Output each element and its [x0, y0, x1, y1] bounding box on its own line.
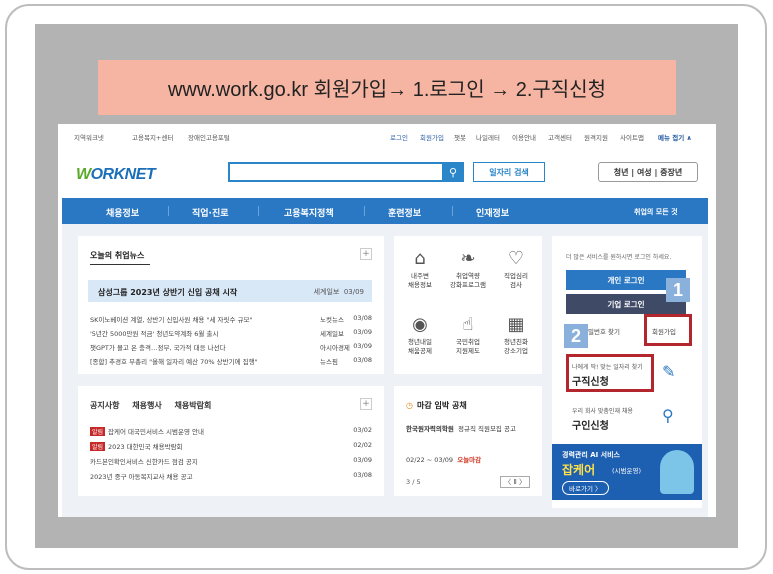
- job-search-button[interactable]: 일자리 검색: [473, 162, 545, 182]
- notice-item[interactable]: 알림 잡케어 대국민서비스 시범운영 안내 03/02: [90, 426, 372, 436]
- login-message: 더 많은 서비스를 원하시면 로그인 하세요.: [566, 254, 672, 261]
- thumbs-up-icon: ☝: [462, 314, 474, 335]
- main-content: 오늘의 취업뉴스 + 삼성그룹 2023년 상반기 신입 공채 시작 세계일보 …: [62, 224, 708, 517]
- headline-title: 삼성그룹 2023년 상반기 신입 공채 시작: [98, 288, 238, 297]
- notice-item[interactable]: 카드본인확인서비스 신한카드 점검 공지 03/09: [90, 456, 372, 466]
- service-youth-fund[interactable]: ◉ 청년내일 채움공제: [398, 314, 442, 356]
- login-sidebar: 더 많은 서비스를 원하시면 로그인 하세요. 개인 로그인 기업 로그인 1 …: [552, 236, 702, 508]
- service-shortcuts: ⌂ 내주변 채용정보 ❧ 취업역량 강화프로그램 ♡ 직업심리 검사 ◉ 청년내일 채움공제 ☝…: [394, 236, 542, 374]
- instruction-text: www.work.go.kr 회원가입→ 1.로그인 → 2.구직신청: [167, 79, 606, 101]
- util-link-welfare-center[interactable]: 고용복지+센터: [132, 132, 173, 142]
- today-deadline-badge: 오늘마감: [457, 456, 482, 464]
- util-link-regional[interactable]: 지역워크넷: [74, 132, 104, 142]
- title-underline: [90, 264, 150, 265]
- step-marker-2: 2: [564, 324, 588, 348]
- service-employment-support[interactable]: ☝ 국민취업 지원제도: [446, 314, 490, 356]
- service-nearby-jobs[interactable]: ⌂ 내주변 채용정보: [398, 248, 442, 290]
- tab-job-fair[interactable]: 채용박람회: [175, 401, 212, 410]
- nav-item-welfare-policy[interactable]: 고용복지정책: [284, 206, 334, 219]
- house-icon: ⌂: [414, 248, 426, 269]
- util-link-login[interactable]: 로그인: [390, 132, 408, 142]
- nav-divider: [258, 206, 259, 216]
- nav-item-training[interactable]: 훈련정보: [388, 206, 421, 219]
- news-title: 오늘의 취업뉴스: [90, 251, 145, 260]
- resume-icon: ✎: [662, 362, 676, 381]
- ad-line-1: 경력관리 AI 서비스: [562, 451, 620, 459]
- deadline-title: ◷ 마감 임박 공채: [406, 401, 467, 410]
- notice-card: 공지사항 채용행사 채용박람회 + 알림 잡케어 대국민서비스 시범운영 안내 03…: [78, 386, 384, 496]
- headline-news[interactable]: 삼성그룹 2023년 상반기 신입 공채 시작 세계일보 03/09: [88, 280, 372, 302]
- jobcare-ad-banner[interactable]: 경력관리 AI 서비스 잡케어 (시범운영) 바로가기 〉: [552, 444, 702, 500]
- notice-badge: 알림: [90, 442, 106, 451]
- sprout-icon: ❧: [460, 248, 476, 269]
- news-item[interactable]: SK이노베이션 계열, 상반기 신입사원 채용 "세 자릿수 규모" 노컷뉴스 03…: [90, 314, 372, 324]
- search-input[interactable]: [228, 162, 462, 182]
- notice-more-button[interactable]: +: [360, 398, 372, 410]
- notice-badge: 알림: [90, 427, 106, 436]
- deadline-posting[interactable]: 한국원자력의학원 정규직 직원모집 공고: [406, 424, 532, 435]
- ad-character-illustration: [660, 450, 694, 494]
- util-link-disabled-portal[interactable]: 장애인고용포털: [188, 132, 230, 142]
- headline-meta: 세계일보 03/09: [313, 288, 364, 296]
- deadline-card: ◷ 마감 임박 공채 한국원자력의학원 정규직 직원모집 공고 02/22 ~ 0…: [394, 386, 542, 496]
- news-more-button[interactable]: +: [360, 248, 372, 260]
- nav-divider: [452, 206, 453, 216]
- magnifier-person-icon: ⚲: [662, 406, 674, 425]
- util-link-chatbot[interactable]: 챗봇: [454, 132, 466, 142]
- search-icon: ⚲: [448, 165, 458, 179]
- worknet-screenshot: 지역워크넷 고용복지+센터 장애인고용포털 로그인 회원가입 챗봇 나일레터 이…: [58, 124, 716, 517]
- deadline-date: 02/22 ~ 03/09 오늘마감: [406, 456, 482, 464]
- news-item[interactable]: '5년간 5000만원 적금' 청년도약계좌 6월 출시 세계일보 03/09: [90, 328, 372, 338]
- page-indicator: 3 / 5: [406, 478, 421, 486]
- notice-tabs: 공지사항 채용행사 채용박람회: [90, 400, 221, 411]
- util-link-newsletter[interactable]: 나일레터: [476, 132, 500, 142]
- ad-line-2: 잡케어: [562, 463, 596, 477]
- util-link-guide[interactable]: 이용안내: [512, 132, 536, 142]
- job-apply-highlight-box: [566, 354, 654, 392]
- util-link-sitemap[interactable]: 사이트맵: [620, 132, 644, 142]
- tab-notice[interactable]: 공지사항: [90, 401, 119, 410]
- search-button[interactable]: ⚲: [442, 162, 464, 182]
- worknet-logo[interactable]: WORKNET: [76, 166, 156, 184]
- talent-caption: 우리 회사 맞춤인재 채용: [572, 408, 633, 415]
- menu-toggle[interactable]: 메뉴 접기 ∧: [658, 132, 692, 142]
- clock-icon: ◷: [406, 401, 413, 410]
- talent-apply-link[interactable]: 구인신청: [572, 417, 609, 432]
- deadline-pager: 3 / 5 〈 Ⅱ 〉: [406, 476, 530, 488]
- tab-recruit-event[interactable]: 채용행사: [132, 401, 161, 410]
- notice-item[interactable]: 알림 2023 대한민국 채용박람회 02/02: [90, 441, 372, 451]
- plus-icon: +: [362, 249, 370, 259]
- nav-divider: [168, 206, 169, 216]
- signup-highlight-box: [644, 314, 692, 346]
- util-link-signup[interactable]: 회원가입: [420, 132, 444, 142]
- nav-item-all[interactable]: 취업의 모든 것: [634, 207, 678, 217]
- nav-item-talent[interactable]: 인재정보: [476, 206, 509, 219]
- age-filter-button[interactable]: 청년 | 여성 | 중장년: [598, 162, 698, 182]
- util-link-support[interactable]: 고객센터: [548, 132, 572, 142]
- service-youth-friendly-company[interactable]: ▦ 청년친화 강소기업: [494, 314, 538, 356]
- news-card: 오늘의 취업뉴스 + 삼성그룹 2023년 상반기 신입 공채 시작 세계일보 …: [78, 236, 384, 374]
- heart-check-icon: ♡: [507, 248, 525, 269]
- service-psych-test[interactable]: ♡ 직업심리 검사: [494, 248, 538, 290]
- notice-item[interactable]: 2023년 중구 아동복지교사 채용 공고 03/08: [90, 471, 372, 481]
- ad-line-3: (시범운영): [612, 467, 641, 475]
- util-link-remote[interactable]: 원격지원: [584, 132, 608, 142]
- step-marker-1: 1: [666, 278, 690, 302]
- instruction-banner: www.work.go.kr 회원가입→ 1.로그인 → 2.구직신청: [98, 60, 676, 115]
- nav-item-jobs[interactable]: 채용정보: [106, 206, 139, 219]
- piggy-bank-icon: ◉: [412, 314, 428, 335]
- news-item[interactable]: 챗GPT가 몰고 온 충격…정부, 국가적 대응 나선다 아시아경제 03/09: [90, 342, 372, 352]
- ad-go-button[interactable]: 바로가기 〉: [562, 481, 609, 495]
- plus-icon: +: [362, 399, 370, 409]
- utility-bar: 지역워크넷 고용복지+센터 장애인고용포털 로그인 회원가입 챗봇 나일레터 이…: [58, 124, 716, 148]
- pager-controls[interactable]: 〈 Ⅱ 〉: [500, 476, 530, 488]
- building-icon: ▦: [507, 314, 525, 335]
- service-competency-program[interactable]: ❧ 취업역량 강화프로그램: [446, 248, 490, 290]
- news-item[interactable]: [종합] 추경호 부총리 "올해 일자리 예산 70% 상반기에 집행" 뉴스핌 0…: [90, 356, 372, 366]
- nav-item-career[interactable]: 직업·진로: [192, 206, 229, 219]
- main-navigation: 채용정보 직업·진로 고용복지정책 훈련정보 인재정보 취업의 모든 것: [62, 198, 708, 224]
- nav-divider: [364, 206, 365, 216]
